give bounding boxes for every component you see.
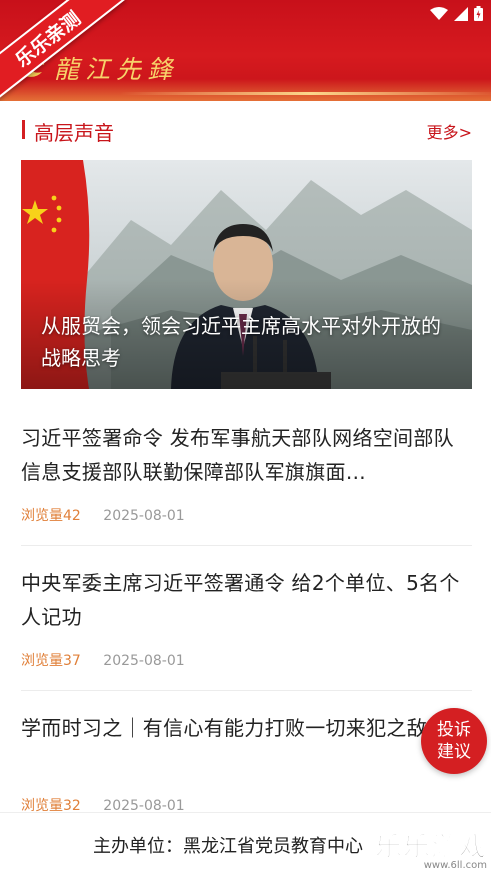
app-header: 龍江先鋒 乐乐亲测 [0,0,491,101]
divider [21,545,472,546]
float-button-line2: 建议 [437,742,471,762]
news-meta: 浏览量42 2025-08-01 [21,505,185,525]
featured-article-card[interactable]: 从服贸会，领会习近平主席高水平对外开放的战略思考 [21,160,472,389]
view-count: 浏览量37 [21,653,81,669]
news-date: 2025-08-01 [103,508,185,524]
news-date: 2025-08-01 [103,653,185,669]
section-accent-bar [22,120,25,139]
news-item[interactable]: 习近平签署命令 发布军事航天部队网络空间部队信息支援部队联勤保障部队军旗旗面… … [21,421,472,524]
news-title: 中央军委主席习近平签署通令 给2个单位、5名个人记功 [21,571,460,629]
watermark-logo: 乐乐游戏 www.6ll.com [375,825,488,872]
complaint-suggestion-button[interactable]: 投诉 建议 [421,708,487,774]
status-bar [430,6,483,21]
news-item[interactable]: 中央军委主席习近平签署通令 给2个单位、5名个人记功 浏览量37 2025-08… [21,566,472,669]
view-count: 浏览量42 [21,508,81,524]
footer: 主办单位：黑龙江省党员教育中心 乐乐游戏 www.6ll.com [0,812,491,874]
divider [21,690,472,691]
more-link[interactable]: 更多> [427,119,472,143]
watermark-main: 乐乐游戏 [375,832,487,864]
news-meta: 浏览量37 2025-08-01 [21,650,185,670]
news-item[interactable]: 学而时习之｜有信心有能力打败一切来犯之敌 浏览量32 2025-08-01 [21,711,472,814]
float-button-line1: 投诉 [437,720,471,740]
section-title: 高层声音 [34,121,114,145]
news-title: 习近平签署命令 发布军事航天部队网络空间部队信息支援部队联勤保障部队军旗旗面… [21,426,454,484]
signal-icon [454,6,468,21]
featured-caption: 从服贸会，领会习近平主席高水平对外开放的战略思考 [41,314,441,370]
brand-title: 龍江先鋒 [54,55,179,84]
battery-icon [474,6,483,21]
organizer-text: 主办单位：黑龙江省党员教育中心 [93,836,363,857]
section-header: 高层声音 更多> [22,117,472,145]
news-title: 学而时习之｜有信心有能力打败一切来犯之敌 [21,716,427,740]
wifi-icon [430,6,448,20]
header-streak [120,92,491,95]
